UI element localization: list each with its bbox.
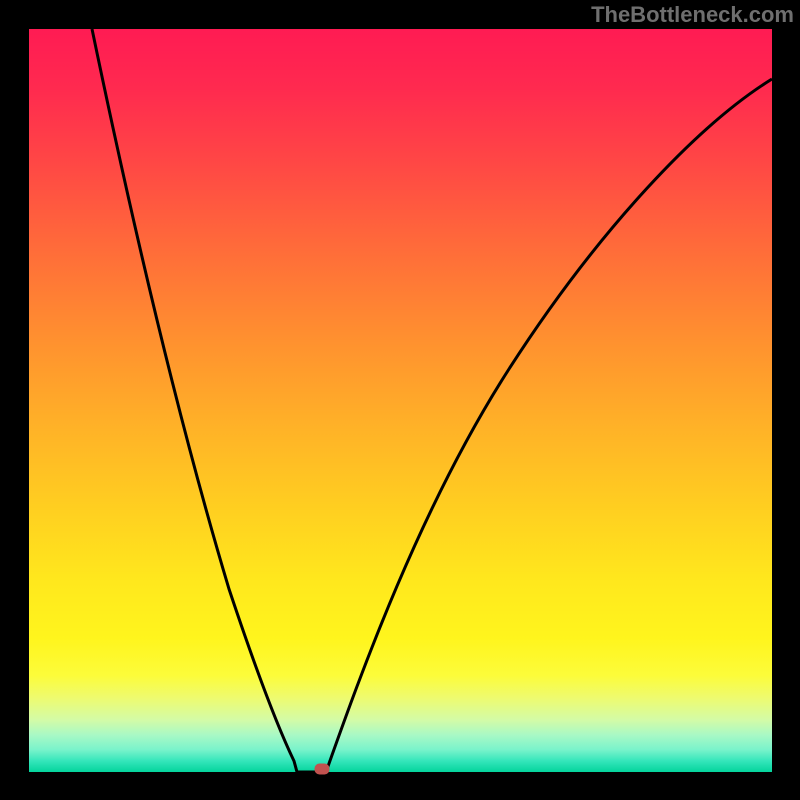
curve-left (92, 29, 297, 772)
curve-right (326, 79, 772, 772)
plot-area (29, 29, 772, 772)
curve-svg (29, 29, 772, 772)
bottleneck-marker-icon (315, 764, 330, 775)
watermark-text: TheBottleneck.com (591, 2, 794, 28)
chart-frame: TheBottleneck.com (0, 0, 800, 800)
